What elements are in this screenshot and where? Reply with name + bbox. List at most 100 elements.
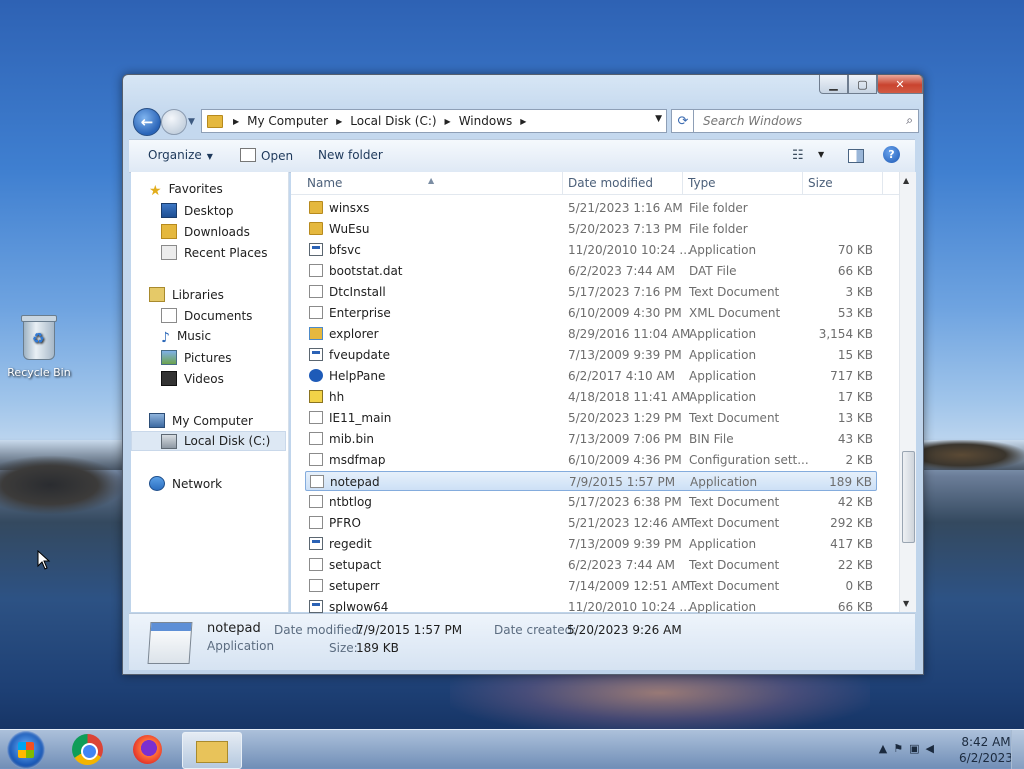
file-row[interactable]: DtcInstall 5/17/2023 7:16 PM Text Document… xyxy=(305,282,877,302)
recent-pages-dropdown-icon[interactable]: ▼ xyxy=(188,117,195,127)
start-button[interactable] xyxy=(7,731,45,769)
nav-recent-places[interactable]: Recent Places xyxy=(161,245,267,260)
file-row[interactable]: msdfmap 6/10/2009 4:36 PM Configuration se… xyxy=(305,450,877,470)
taskbar-explorer-button[interactable] xyxy=(182,732,242,769)
nav-network-label: Network xyxy=(172,476,223,491)
taskbar-firefox-button[interactable] xyxy=(122,732,174,767)
organize-button[interactable]: Organize ▼ xyxy=(148,148,213,162)
nav-local-disk[interactable]: Local Disk (C:) xyxy=(131,431,286,451)
organize-label: Organize xyxy=(148,148,202,162)
details-date-modified-label: Date modified: xyxy=(274,623,364,637)
column-divider[interactable] xyxy=(562,172,563,194)
nav-music[interactable]: ♪ Music xyxy=(161,329,211,346)
nav-libraries[interactable]: Libraries xyxy=(149,287,224,302)
scroll-up-icon[interactable]: ▲ xyxy=(903,176,909,185)
minimize-button[interactable]: ▁ xyxy=(819,75,848,94)
breadcrumb-arrow-icon[interactable]: ▶ xyxy=(332,117,346,126)
nav-network[interactable]: Network xyxy=(149,476,222,491)
file-row[interactable]: IE11_main 5/20/2023 1:29 PM Text Document 1… xyxy=(305,408,877,428)
chevron-down-icon[interactable]: ▼ xyxy=(818,150,824,159)
help-icon[interactable]: ? xyxy=(883,146,900,163)
vertical-scrollbar[interactable]: ▲ ▼ xyxy=(899,172,916,612)
address-bar[interactable]: ▶ My Computer ▶ Local Disk (C:) ▶ Window… xyxy=(201,109,667,133)
show-desktop-button[interactable] xyxy=(1011,730,1024,769)
breadcrumb-windows[interactable]: Windows xyxy=(455,114,517,128)
column-date-modified[interactable]: Date modified xyxy=(568,176,653,190)
file-size: 42 KB xyxy=(837,495,873,509)
breadcrumb-arrow-icon[interactable]: ▶ xyxy=(516,117,530,126)
view-options-icon[interactable]: ☷ xyxy=(792,148,804,163)
file-name: bfsvc xyxy=(329,243,361,257)
file-row[interactable]: fveupdate 7/13/2009 9:39 PM Application 15 … xyxy=(305,345,877,365)
breadcrumb-arrow-icon[interactable]: ▶ xyxy=(229,117,243,126)
file-row[interactable]: Enterprise 6/10/2009 4:30 PM XML Document 5… xyxy=(305,303,877,323)
search-input[interactable] xyxy=(701,113,905,129)
file-row[interactable]: winsxs 5/21/2023 1:16 AM File folder xyxy=(305,198,877,218)
refresh-button[interactable]: ⟳ xyxy=(671,109,695,133)
address-dropdown-icon[interactable]: ▼ xyxy=(655,114,662,124)
scroll-down-icon[interactable]: ▼ xyxy=(903,599,909,608)
file-date-modified: 8/29/2016 11:04 AM xyxy=(568,327,691,341)
file-row[interactable]: notepad 7/9/2015 1:57 PM Application 189 KB xyxy=(305,471,877,491)
recycle-bin-desktop-icon[interactable]: ♻ Recycle Bin xyxy=(6,315,72,379)
show-hidden-icons-icon[interactable]: ▲ xyxy=(879,742,893,755)
column-divider[interactable] xyxy=(882,172,883,194)
breadcrumb-local-disk[interactable]: Local Disk (C:) xyxy=(346,114,440,128)
file-size: 292 KB xyxy=(830,516,873,530)
file-row[interactable]: HelpPane 6/2/2017 4:10 AM Application 717 K… xyxy=(305,366,877,386)
back-button[interactable]: ← xyxy=(133,108,161,136)
file-row[interactable]: setuperr 7/14/2009 12:51 AM Text Document 0… xyxy=(305,576,877,596)
column-name[interactable]: Name xyxy=(307,176,342,190)
scroll-thumb[interactable] xyxy=(902,451,915,543)
nav-documents[interactable]: Documents xyxy=(161,308,252,323)
taskbar-chrome-button[interactable] xyxy=(62,732,114,767)
column-divider[interactable] xyxy=(682,172,683,194)
nav-pictures[interactable]: Pictures xyxy=(161,350,232,365)
breadcrumb-arrow-icon[interactable]: ▶ xyxy=(441,117,455,126)
file-type: XML Document xyxy=(689,306,781,320)
nav-desktop[interactable]: Desktop xyxy=(161,203,234,218)
file-row[interactable]: PFRO 5/21/2023 12:46 AM Text Document 292 K… xyxy=(305,513,877,533)
column-size[interactable]: Size xyxy=(808,176,833,190)
nav-favorites[interactable]: ★ Favorites xyxy=(149,182,223,199)
file-row[interactable]: hh 4/18/2018 11:41 AM Application 17 KB xyxy=(305,387,877,407)
file-row[interactable]: WuEsu 5/20/2023 7:13 PM File folder xyxy=(305,219,877,239)
nav-videos[interactable]: Videos xyxy=(161,371,224,386)
file-row[interactable]: mib.bin 7/13/2009 7:06 PM BIN File 43 KB xyxy=(305,429,877,449)
explorer-icon xyxy=(309,327,323,340)
search-box[interactable]: ⌕ xyxy=(693,109,919,133)
preview-pane-icon[interactable] xyxy=(848,149,864,163)
volume-muted-icon[interactable]: ◀ xyxy=(926,742,940,755)
nav-my-computer[interactable]: My Computer xyxy=(149,413,253,428)
new-folder-button[interactable]: New folder xyxy=(318,148,383,162)
open-button[interactable]: Open xyxy=(240,148,293,163)
maximize-button[interactable]: ▢ xyxy=(848,75,877,94)
forward-button[interactable] xyxy=(161,109,187,135)
document-icon xyxy=(309,411,323,424)
breadcrumb-my-computer[interactable]: My Computer xyxy=(243,114,332,128)
wallpaper-sunset-glow xyxy=(450,665,870,735)
file-type: Text Document xyxy=(689,495,780,509)
file-name: fveupdate xyxy=(329,348,390,362)
file-row[interactable]: bfsvc 11/20/2010 10:24 ... Application 70 K… xyxy=(305,240,877,260)
file-size: 717 KB xyxy=(830,369,873,383)
folder-icon xyxy=(207,114,223,128)
search-icon[interactable]: ⌕ xyxy=(906,113,913,128)
file-row[interactable]: bootstat.dat 6/2/2023 7:44 AM DAT File 66 K… xyxy=(305,261,877,281)
file-row[interactable]: regedit 7/13/2009 9:39 PM Application 417 K… xyxy=(305,534,877,554)
file-date-modified: 5/21/2023 1:16 AM xyxy=(568,201,683,215)
column-type[interactable]: Type xyxy=(688,176,716,190)
file-row[interactable]: ntbtlog 5/17/2023 6:38 PM Text Document 42 … xyxy=(305,492,877,512)
nav-downloads-label: Downloads xyxy=(184,224,250,239)
action-center-flag-icon[interactable]: ⚑ xyxy=(893,742,909,755)
network-status-icon[interactable]: ▣ xyxy=(909,742,925,755)
details-size: 189 KB xyxy=(356,641,399,655)
file-row[interactable]: explorer 8/29/2016 11:04 AM Application 3,1… xyxy=(305,324,877,344)
application-icon xyxy=(309,600,323,613)
file-type: Application xyxy=(689,537,757,551)
close-button[interactable]: ✕ xyxy=(877,75,923,94)
column-divider[interactable] xyxy=(802,172,803,194)
nav-downloads[interactable]: Downloads xyxy=(161,224,250,239)
file-size: 3 KB xyxy=(845,285,873,299)
file-row[interactable]: setupact 6/2/2023 7:44 AM Text Document 22 … xyxy=(305,555,877,575)
